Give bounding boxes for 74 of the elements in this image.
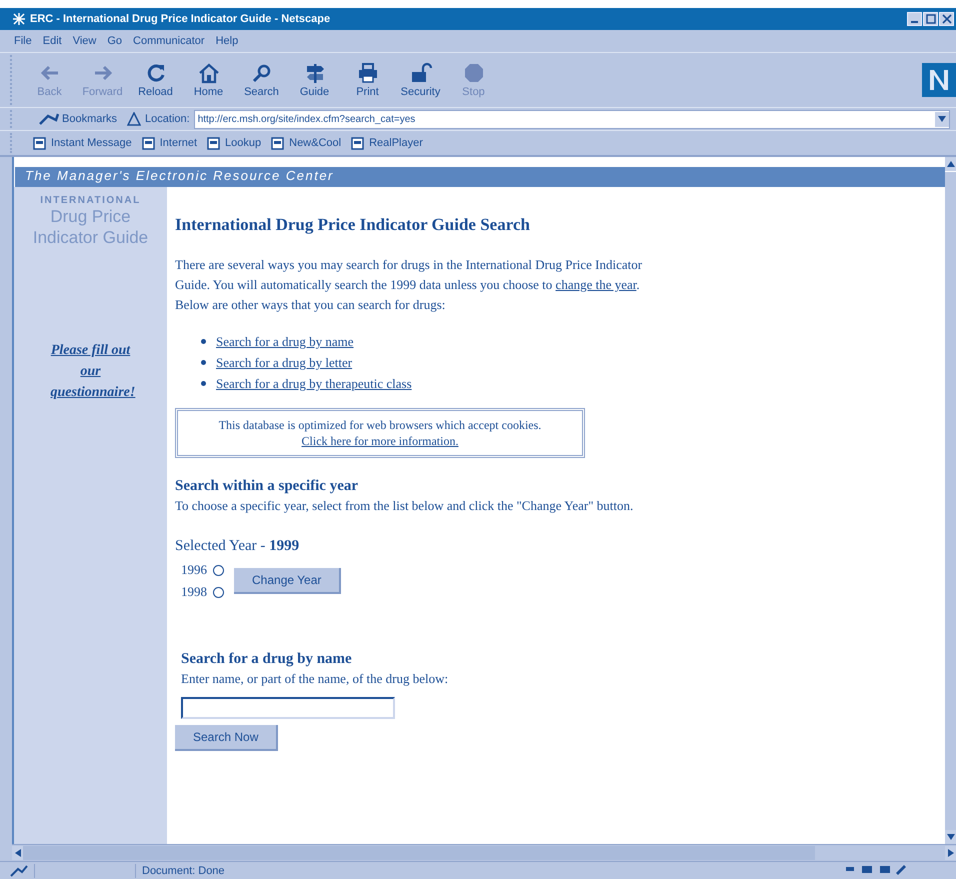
radio-button[interactable]: [213, 564, 224, 576]
logo-text: Indicator Guide: [32, 227, 148, 248]
caret-icon: [938, 116, 946, 122]
section-heading: Search within a specific year: [175, 478, 360, 495]
scroll-left-icon: [14, 849, 20, 857]
search-link[interactable]: Search for a drug by name: [216, 331, 354, 352]
bookmarks-button[interactable]: Bookmarks: [27, 112, 124, 126]
close-button[interactable]: [939, 12, 954, 26]
change-year-link[interactable]: change the year: [556, 277, 636, 292]
drug-name-field[interactable]: [181, 697, 395, 719]
dropdown-button[interactable]: [935, 112, 949, 126]
location-icon: [127, 112, 142, 126]
house-icon: [196, 62, 220, 84]
toolbar-button[interactable]: Guide: [288, 56, 341, 104]
intro-paragraph: There are several ways you may search for drugs in the International Drug Price Indicator Guide. You will automatically search the 1999 data unless you choose to change the year. Below are other ways that you can search for drugs:: [175, 256, 644, 314]
search-link[interactable]: Search for a drug by therapeutic class: [216, 373, 412, 394]
menu-item[interactable]: View: [72, 35, 96, 47]
window-title: ERC - International Drug Price Indicator Guide - Netscape: [30, 13, 332, 25]
bookmark-page-icon: [271, 136, 284, 150]
toolbar-button[interactable]: Reload: [129, 56, 182, 104]
menu-item[interactable]: Communicator: [133, 35, 205, 47]
bullet-icon: [201, 339, 206, 344]
logo-text: INTERNATIONAL: [40, 195, 141, 206]
radio-button[interactable]: [213, 586, 224, 598]
location-label: Location:: [145, 113, 190, 125]
maximize-icon: [926, 14, 936, 24]
bullet-icon: [201, 381, 206, 386]
search-link[interactable]: Search for a drug by letter: [216, 352, 352, 373]
app-icon: [12, 12, 26, 26]
personal-toolbar-button[interactable]: Internet: [142, 136, 198, 150]
netscape-logo: [922, 63, 956, 97]
connection-icon: [10, 864, 28, 876]
toolbar-button[interactable]: Search: [235, 56, 288, 104]
radio-label: 1996: [181, 561, 207, 579]
minimize-button[interactable]: [907, 12, 922, 26]
search-now-button[interactable]: Search Now: [175, 725, 278, 751]
menu-item[interactable]: Edit: [42, 35, 62, 47]
component-bar-icon: [846, 863, 906, 875]
scroll-right-icon: [948, 849, 954, 857]
menu-item[interactable]: Go: [107, 35, 122, 47]
url-field[interactable]: http://erc.msh.org/site/index.cfm?search_cat=yes: [194, 110, 950, 128]
close-icon: [942, 14, 952, 24]
minimize-icon: [911, 21, 918, 23]
status-text: Document: Done: [142, 864, 226, 876]
toolbar-button[interactable]: Home: [182, 56, 235, 104]
personal-toolbar-button[interactable]: New&Cool: [271, 136, 342, 150]
toolbar-button[interactable]: Print: [341, 56, 394, 104]
more-info-link[interactable]: Click here for more information.: [302, 433, 458, 449]
section-text: Enter name, or part of the name, of the drug below:: [181, 670, 450, 688]
menu-item[interactable]: File: [14, 35, 32, 47]
notice-text: This database is optimized for web browsers which accept cookies.: [218, 417, 542, 433]
change-year-button[interactable]: Change Year: [234, 568, 342, 594]
bookmark-page-icon: [142, 136, 155, 150]
section-text: To choose a specific year, select from the list below and click the "Change Year" button.: [175, 497, 634, 515]
section-heading: Search for a drug by name: [181, 651, 353, 668]
page-heading: International Drug Price Indicator Guide Search: [175, 215, 531, 235]
scroll-up-icon: [946, 161, 954, 167]
vertical-scrollbar[interactable]: [945, 157, 956, 844]
bullet-icon: [201, 360, 206, 365]
selected-year-text: Selected Year - 1999: [175, 538, 300, 555]
menu-item[interactable]: Help: [216, 35, 238, 47]
logo-text: Drug Price: [50, 206, 131, 227]
toolbar-button[interactable]: Security: [394, 56, 447, 104]
personal-toolbar-button[interactable]: RealPlayer: [351, 136, 423, 150]
personal-toolbar-button[interactable]: Lookup: [207, 136, 262, 150]
personal-toolbar-button[interactable]: Instant Message: [33, 136, 132, 150]
radio-label: 1998: [181, 583, 207, 601]
maximize-button[interactable]: [923, 12, 938, 26]
bookmark-page-icon: [33, 136, 46, 150]
scroll-down-icon: [946, 834, 954, 840]
site-banner: The Manager's Electronic Resource Center: [15, 167, 945, 187]
horizontal-scrollbar[interactable]: [12, 844, 956, 861]
bookmark-page-icon: [207, 136, 220, 150]
bookmark-page-icon: [351, 136, 364, 150]
